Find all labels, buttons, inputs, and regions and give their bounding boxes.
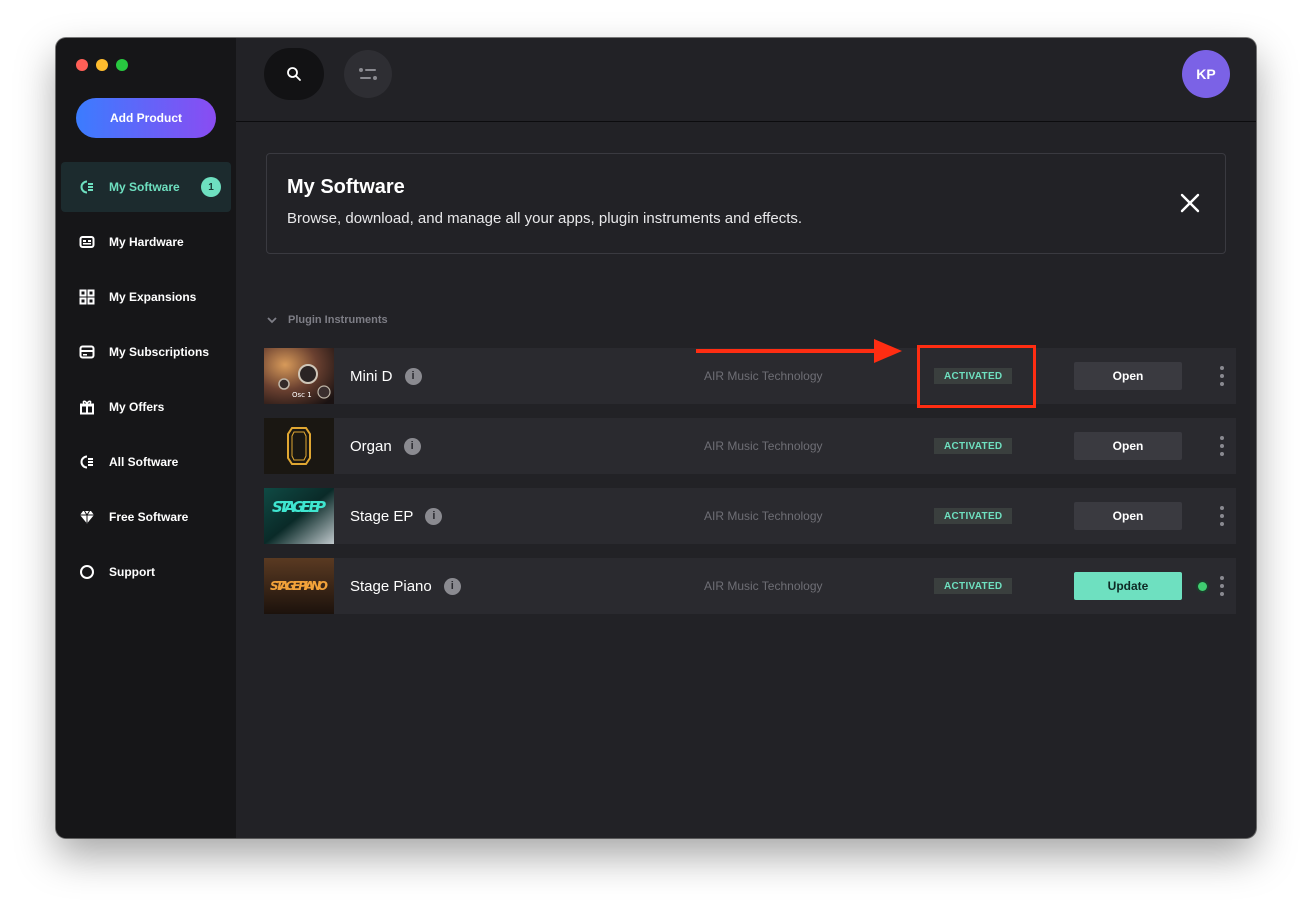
product-vendor: AIR Music Technology (704, 439, 823, 453)
page-title: My Software (287, 176, 405, 198)
search-icon (287, 67, 301, 81)
grid-icon (79, 289, 95, 305)
product-thumbnail: STAGE PIANO (264, 558, 334, 614)
sidebar-item-label: All Software (109, 455, 179, 469)
diamond-icon (79, 509, 95, 525)
sidebar-item-my-hardware[interactable]: My Hardware (61, 217, 231, 267)
sidebar-item-all-software[interactable]: All Software (61, 437, 231, 487)
open-button[interactable]: Open (1074, 362, 1182, 390)
product-thumbnail: Osc 1 (264, 348, 334, 404)
product-list: Osc 1 Mini D i AIR Music Technology ACTI… (264, 348, 1236, 628)
close-icon[interactable] (1179, 192, 1201, 214)
circle-icon (79, 564, 95, 580)
sidebar-item-my-software[interactable]: My Software 1 (61, 162, 231, 212)
filter-button[interactable] (344, 50, 392, 98)
sidebar-item-free-software[interactable]: Free Software (61, 492, 231, 542)
open-button[interactable]: Open (1074, 432, 1182, 460)
thumbnail-text: STAGE EP (272, 498, 326, 516)
product-row: STAGE PIANO Stage Piano i AIR Music Tech… (264, 558, 1236, 614)
user-avatar[interactable]: KP (1182, 50, 1230, 98)
sidebar-item-label: Free Software (109, 510, 189, 524)
open-button[interactable]: Open (1074, 502, 1182, 530)
info-icon[interactable]: i (403, 437, 421, 455)
app-window: Add Product My Software 1 My Hardware My (56, 38, 1256, 838)
subscription-icon (79, 344, 95, 360)
sidebar-item-my-subscriptions[interactable]: My Subscriptions (61, 327, 231, 377)
sidebar-nav: My Software 1 My Hardware My Expansions (61, 162, 231, 602)
status-badge: ACTIVATED (934, 508, 1013, 524)
info-icon[interactable]: i (443, 577, 461, 595)
product-name-text: Stage Piano (350, 577, 432, 595)
sidebar-item-label: My Software (109, 180, 180, 194)
sidebar-item-my-expansions[interactable]: My Expansions (61, 272, 231, 322)
thumbnail-text: Osc 1 (292, 391, 312, 399)
product-name: Organ i (350, 418, 421, 474)
close-window-button[interactable] (76, 59, 88, 71)
sidebar: Add Product My Software 1 My Hardware My (56, 38, 236, 838)
more-options-icon[interactable] (1216, 506, 1228, 526)
product-name: Mini D i (350, 348, 422, 404)
info-icon[interactable]: i (404, 367, 422, 385)
product-name-text: Mini D (350, 367, 393, 385)
product-thumbnail (264, 418, 334, 474)
product-name-text: Stage EP (350, 507, 414, 525)
section-label: Plugin Instruments (288, 314, 388, 326)
product-name: Stage EP i (350, 488, 443, 544)
info-banner: My Software Browse, download, and manage… (266, 153, 1226, 254)
count-badge: 1 (201, 177, 221, 197)
sidebar-item-label: My Hardware (109, 235, 184, 249)
annotation-arrow (696, 339, 902, 363)
sliders-icon (359, 68, 377, 80)
hardware-icon (79, 234, 95, 250)
product-name: Stage Piano i (350, 558, 461, 614)
chevron-down-icon (267, 317, 277, 324)
status-badge: ACTIVATED (934, 578, 1013, 594)
sidebar-item-label: My Subscriptions (109, 345, 210, 359)
more-options-icon[interactable] (1216, 366, 1228, 386)
status-badge: ACTIVATED (934, 438, 1013, 454)
section-toggle-plugin-instruments[interactable]: Plugin Instruments (266, 314, 388, 326)
page-subtitle: Browse, download, and manage all your ap… (287, 210, 803, 227)
software-icon (79, 454, 95, 470)
top-bar: KP (236, 38, 1256, 122)
product-row: Organ i AIR Music Technology ACTIVATED O… (264, 418, 1236, 474)
annotation-highlight-box (917, 345, 1036, 408)
product-vendor: AIR Music Technology (704, 509, 823, 523)
product-thumbnail: STAGE EP (264, 488, 334, 544)
software-icon (79, 179, 95, 195)
add-product-button[interactable]: Add Product (76, 98, 216, 138)
sidebar-item-label: My Expansions (109, 290, 197, 304)
info-icon[interactable]: i (425, 507, 443, 525)
sidebar-item-label: My Offers (109, 400, 165, 414)
product-vendor: AIR Music Technology (704, 579, 823, 593)
gift-icon (79, 399, 95, 415)
more-options-icon[interactable] (1216, 436, 1228, 456)
product-row: STAGE EP Stage EP i AIR Music Technology… (264, 488, 1236, 544)
search-button[interactable] (264, 48, 324, 100)
minimize-window-button[interactable] (96, 59, 108, 71)
thumbnail-text: STAGE PIANO (270, 579, 328, 593)
more-options-icon[interactable] (1216, 576, 1228, 596)
product-name-text: Organ (350, 437, 392, 455)
update-button[interactable]: Update (1074, 572, 1182, 600)
sidebar-item-my-offers[interactable]: My Offers (61, 382, 231, 432)
sidebar-item-support[interactable]: Support (61, 547, 231, 597)
zoom-window-button[interactable] (116, 59, 128, 71)
sidebar-item-label: Support (109, 565, 155, 579)
window-controls (76, 59, 128, 71)
update-available-indicator (1198, 582, 1207, 591)
